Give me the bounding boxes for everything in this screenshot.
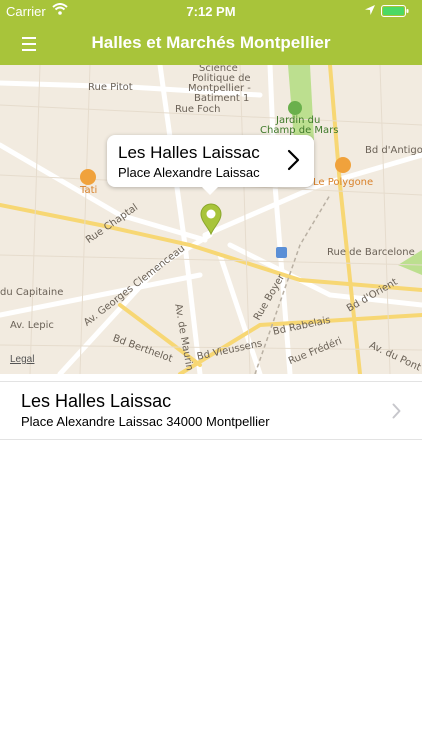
map-label: Rue de Barcelone [327,247,415,258]
battery-icon [381,5,409,17]
map-label: Rue Pitot [88,82,133,93]
shop-icon [80,169,96,185]
callout-title: Les Halles Laissac [118,143,260,162]
list-item-subtitle: Place Alexandre Laissac 34000 Montpellie… [21,414,270,429]
map-label: Batiment 1 [194,93,250,104]
app-header: Carrier 7:12 PM Halles et Marchés Montpe… [0,0,422,65]
callout-subtitle: Place Alexandre Laissac [118,165,260,180]
navigation-bar: Halles et Marchés Montpellier [0,22,422,65]
map-label: Av. Lepic [10,320,54,331]
map-label: Rue Foch [175,104,221,115]
park-icon [288,101,302,115]
chevron-right-icon [392,403,401,419]
map-label: Le Polygone [313,177,374,188]
map-label: Bd d'Antigon [365,145,422,156]
status-bar: Carrier 7:12 PM [0,0,422,22]
legal-link[interactable]: Legal [10,354,34,365]
status-time: 7:12 PM [186,4,236,19]
location-arrow-icon [365,5,375,15]
transit-icon [276,247,287,258]
page-title: Halles et Marchés Montpellier [91,33,331,52]
shop-icon [335,157,351,173]
map-label: du Capitaine [0,287,64,298]
list-item-title: Les Halles Laissac [21,391,172,411]
list-item[interactable]: Les Halles Laissac Place Alexandre Laiss… [0,381,422,440]
callout-pointer [201,186,219,195]
map-label: Tati [80,185,98,196]
map-callout[interactable]: Les Halles Laissac Place Alexandre Laiss… [107,135,314,195]
chevron-right-icon[interactable] [286,149,300,171]
map-pin-icon[interactable] [200,203,222,235]
